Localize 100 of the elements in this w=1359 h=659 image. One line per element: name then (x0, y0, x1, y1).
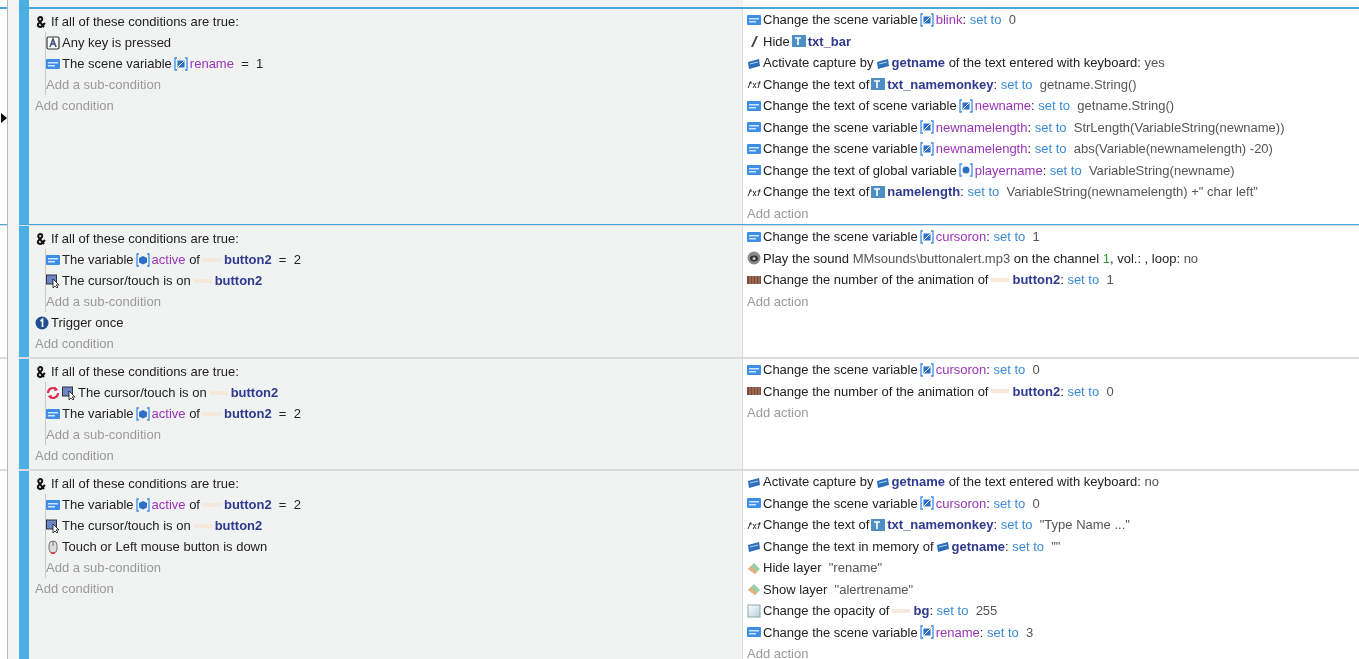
condition-text: button2 = 2 (224, 497, 301, 512)
eraser-icon (747, 560, 761, 575)
condition-row[interactable]: Touch or Left mouse button is down (46, 536, 742, 557)
variable-icon (46, 252, 60, 267)
condition-header: If all of these conditions are true: (51, 364, 239, 379)
variable-icon (747, 625, 761, 640)
action-text: Activate capture by (763, 55, 874, 71)
add-sub-condition-link[interactable]: Add a sub-condition (46, 560, 161, 575)
condition-row[interactable]: The cursor/touch is on button2 (46, 515, 742, 536)
condition-text: Any key is pressed (62, 35, 172, 50)
action-text: Change the opacity of (763, 603, 890, 619)
condition-text: The scene variable (62, 56, 172, 71)
condition-text: The cursor/touch is on (78, 385, 207, 400)
eraser-icon (747, 582, 761, 597)
condition-row[interactable]: The cursor/touch is on button2 (46, 270, 742, 291)
condition-text: rename = 1 (189, 56, 264, 71)
variable-bracket-icon (919, 141, 934, 156)
add-action-link[interactable]: Add action (747, 405, 809, 421)
add-action-link[interactable]: Add action (747, 205, 809, 221)
action-text: Change the text of (763, 184, 870, 200)
variable-icon (747, 229, 761, 244)
condition-header: If all of these conditions are true: (51, 14, 239, 29)
action-text: txt_namemonkey: set to "Type Name ..." (887, 517, 1130, 533)
action-text: blink: set to 0 (935, 12, 1016, 28)
add-action-link[interactable]: Add action (747, 293, 809, 309)
action-text: Play the sound MMsounds\buttonalert.mp3 on the channel 1, vol.: , loop: no (763, 250, 1199, 266)
condition-text: The cursor/touch is on (62, 273, 191, 288)
condition-text: button2 (230, 385, 279, 400)
condition-row[interactable]: The cursor/touch is on button2 (46, 382, 742, 403)
condition-row[interactable]: The variable active of button2 = 2 (46, 249, 742, 270)
add-condition-link[interactable]: Add condition (35, 580, 114, 596)
action-text: Activate capture by (763, 474, 874, 490)
cursor-icon (62, 385, 76, 400)
variable-icon (747, 141, 761, 156)
variable-cube-icon (135, 252, 150, 267)
action-text: txt_bar (807, 33, 852, 49)
condition-row[interactable]: Trigger once (35, 312, 742, 333)
action-text: Hide layer "rename" (763, 560, 883, 576)
opacity-icon (747, 603, 761, 618)
action-text: getname of the text entered with keyboard: no (891, 474, 1159, 490)
action-text: Change the text in memory of (763, 538, 934, 554)
variable-icon (747, 362, 761, 377)
condition-text: button2 (214, 273, 263, 288)
variable-cube-icon (135, 497, 150, 512)
action-text: cursoron: set to 0 (935, 362, 1040, 378)
condition-row[interactable]: Any key is pressed (46, 32, 742, 53)
condition-row[interactable]: The scene variable rename = 1 (46, 53, 742, 74)
trigger-once-icon (35, 315, 49, 330)
text-object-icon (871, 517, 886, 532)
event-row[interactable] (0, 8, 1359, 225)
condition-text: The variable (62, 406, 134, 421)
action-text: Change the scene variable (763, 141, 918, 157)
action-text: newnamelength: set to abs(Variable(newnamelength) -20) (935, 141, 1273, 157)
variable-icon (747, 98, 761, 113)
add-condition-link[interactable]: Add condition (35, 335, 114, 351)
condition-text: active of (151, 252, 200, 267)
add-sub-condition-link[interactable]: Add a sub-condition (46, 427, 161, 442)
action-text: getname of the text entered with keyboard: yes (891, 55, 1165, 71)
key-icon (46, 35, 60, 50)
condition-text: active of (151, 497, 200, 512)
condition-row[interactable]: The variable active of button2 = 2 (46, 494, 742, 515)
action-text: namelength: set to VariableString(newnamelength) +" char left" (887, 184, 1258, 200)
action-text: button2: set to 1 (1012, 272, 1114, 288)
add-sub-condition-link[interactable]: Add a sub-condition (46, 294, 161, 309)
action-text: cursoron: set to 1 (935, 229, 1040, 245)
variable-bracket-icon (919, 362, 934, 377)
cursor-icon (46, 273, 60, 288)
action-text: playername: set to VariableString(newname) (974, 162, 1235, 178)
variable-bracket-icon (919, 625, 934, 640)
condition-text: Touch or Left mouse button is down (62, 539, 268, 554)
action-text: Change the text of (763, 517, 870, 533)
action-text: bg: set to 255 (913, 603, 998, 619)
variable-bracket-icon (919, 229, 934, 244)
add-condition-link[interactable]: Add condition (35, 97, 114, 113)
condition-text: The cursor/touch is on (62, 518, 191, 533)
condition-row[interactable]: The variable active of button2 = 2 (46, 403, 742, 424)
variable-bracket-icon (173, 56, 188, 71)
mouse-icon (46, 539, 60, 554)
keyboard-icon (747, 539, 761, 554)
variable-icon (747, 496, 761, 511)
action-text: Change the number of the animation of (763, 383, 989, 399)
ampersand-icon (35, 231, 49, 246)
variable-bracket-icon (919, 496, 934, 511)
action-text: Change the number of the animation of (763, 272, 989, 288)
action-text: newnamelength: set to StrLength(VariableString(newname)) (935, 119, 1285, 135)
add-action-link[interactable]: Add action (747, 646, 809, 659)
variable-bracket-icon (958, 98, 973, 113)
text-object-icon (791, 34, 806, 49)
action-text: Change the scene variable (763, 229, 918, 245)
action-text: Change the scene variable (763, 12, 918, 28)
action-text: Change the text of (763, 76, 870, 92)
add-condition-link[interactable]: Add condition (35, 447, 114, 463)
variable-bracket-icon (919, 12, 934, 27)
action-text: rename: set to 3 (935, 624, 1034, 640)
invert-arrows-icon (46, 385, 60, 400)
variable-icon (46, 406, 60, 421)
action-text: txt_namemonkey: set to getname.String() (887, 76, 1137, 92)
add-sub-condition-link[interactable]: Add a sub-condition (46, 77, 161, 92)
condition-text: Trigger once (51, 315, 124, 330)
action-text: Change the text of global variable (763, 162, 957, 178)
